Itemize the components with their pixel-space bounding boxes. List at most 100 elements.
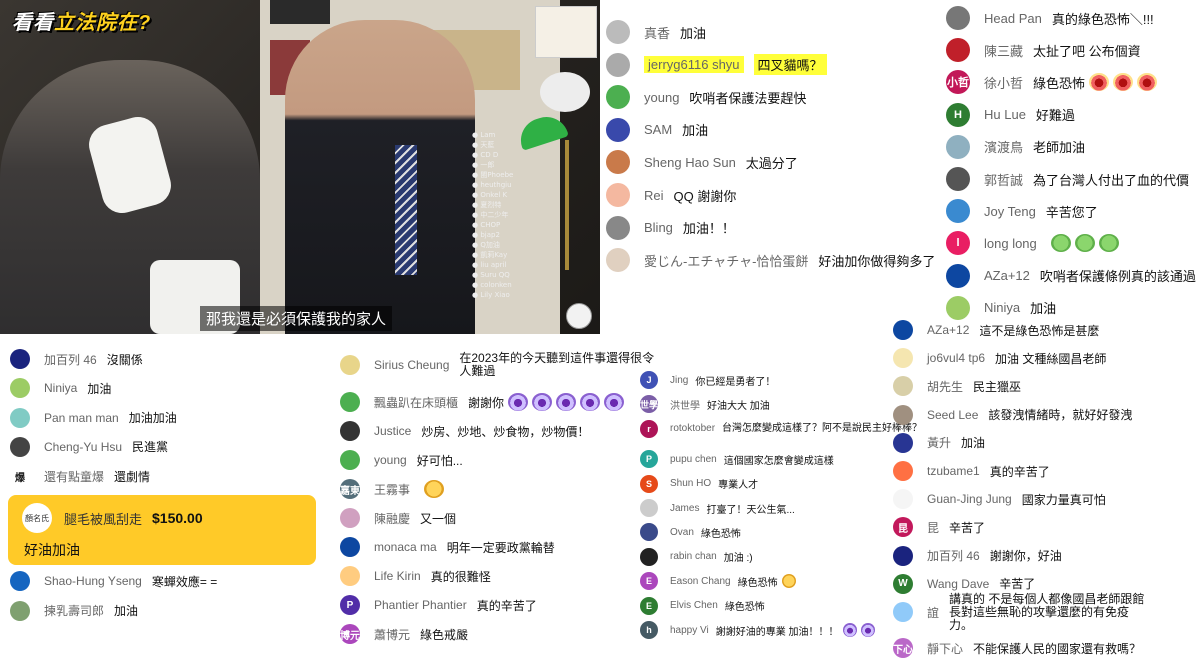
- avatar[interactable]: [946, 134, 970, 159]
- author-name[interactable]: 郭哲誠: [984, 170, 1023, 189]
- author-name[interactable]: Niniya: [984, 300, 1020, 315]
- author-name[interactable]: 加百列 46: [44, 351, 97, 368]
- avatar[interactable]: [340, 537, 360, 557]
- avatar[interactable]: [10, 407, 30, 428]
- avatar[interactable]: [10, 571, 30, 591]
- author-name[interactable]: 洪世學: [670, 397, 700, 412]
- author-name[interactable]: 王霧事: [374, 481, 410, 498]
- avatar[interactable]: 嘉東: [340, 479, 360, 499]
- avatar[interactable]: [640, 547, 658, 566]
- avatar[interactable]: [946, 6, 970, 30]
- chat-message[interactable]: 濱渡鳥 老師加油: [946, 134, 1085, 159]
- chat-message[interactable]: SAM 加油: [606, 117, 708, 142]
- author-name[interactable]: jerryg6116 shyu: [644, 56, 744, 74]
- chat-message[interactable]: r rotoktober 台灣怎麼變成這樣了？阿不是說民主好棒棒？: [640, 419, 922, 438]
- avatar[interactable]: 小哲: [946, 70, 970, 95]
- author-name[interactable]: Shun HO: [670, 478, 711, 489]
- chat-message[interactable]: Rei QQ 謝謝你: [606, 183, 736, 207]
- author-name[interactable]: Shao-Hung Yseng: [44, 574, 142, 588]
- chat-message[interactable]: AZa+12 這不是綠色恐怖是甚麼: [893, 320, 1099, 340]
- avatar[interactable]: [340, 450, 360, 470]
- author-name[interactable]: Head Pan: [984, 11, 1042, 26]
- avatar[interactable]: l: [946, 231, 970, 256]
- chat-message[interactable]: 飄蟲趴在床頭櫃 謝謝你: [340, 392, 625, 412]
- avatar[interactable]: [606, 248, 630, 273]
- author-name[interactable]: James: [670, 503, 699, 514]
- chat-message[interactable]: monaca ma 明年一定要政黨輪替: [340, 537, 555, 557]
- chat-message[interactable]: Pan man man 加油加油: [10, 407, 177, 428]
- avatar[interactable]: 爆: [10, 466, 30, 487]
- avatar[interactable]: 世學: [640, 395, 658, 414]
- chat-message[interactable]: young 好可怕...: [340, 450, 463, 470]
- author-name[interactable]: long long: [984, 236, 1037, 251]
- author-name[interactable]: rotoktober: [670, 423, 715, 434]
- author-name[interactable]: 陳三藏: [984, 41, 1023, 60]
- chat-message[interactable]: 世學 洪世學 好油大大 加油: [640, 395, 770, 414]
- author-name[interactable]: 加百列 46: [927, 547, 980, 564]
- chat-message[interactable]: 陳三藏 太扯了吧 公布個資: [946, 38, 1141, 63]
- avatar[interactable]: h: [640, 621, 658, 639]
- author-name[interactable]: rabin chan: [670, 551, 717, 562]
- avatar[interactable]: [640, 499, 658, 517]
- chat-message[interactable]: Justice 炒房、炒地、炒食物，炒物價！: [340, 421, 589, 441]
- avatar[interactable]: [340, 421, 360, 441]
- chat-message[interactable]: Cheng-Yu Hsu 民進黨: [10, 436, 168, 457]
- avatar[interactable]: [893, 602, 913, 622]
- avatar[interactable]: [946, 199, 970, 224]
- chat-message[interactable]: Niniya 加油: [946, 295, 1056, 320]
- author-name[interactable]: jo6vul4 tp6: [927, 351, 985, 365]
- author-name[interactable]: Phantier Phantier: [374, 598, 467, 612]
- chat-message[interactable]: P Phantier Phantier 真的辛苦了: [340, 595, 537, 615]
- avatar[interactable]: [606, 183, 630, 207]
- chat-message[interactable]: rabin chan 加油 :): [640, 547, 753, 566]
- author-name[interactable]: 蕭博元: [374, 626, 410, 643]
- author-name[interactable]: Joy Teng: [984, 204, 1036, 219]
- avatar[interactable]: [946, 38, 970, 63]
- avatar[interactable]: [10, 436, 30, 457]
- chat-message[interactable]: Head Pan 真的綠色恐怖＼!!!: [946, 6, 1154, 30]
- avatar[interactable]: [340, 355, 360, 375]
- chat-message[interactable]: 加百列 46 沒關係: [10, 349, 143, 369]
- chat-message[interactable]: AZa+12 吹哨者保護條例真的該通過: [946, 263, 1196, 288]
- avatar[interactable]: r: [640, 419, 658, 438]
- avatar[interactable]: E: [640, 596, 658, 615]
- author-name[interactable]: 愛じん-エチャチャ-恰恰蛋餅: [644, 251, 808, 270]
- avatar[interactable]: [893, 404, 913, 425]
- author-name[interactable]: Bling: [644, 220, 673, 235]
- author-name[interactable]: Cheng-Yu Hsu: [44, 440, 122, 454]
- author-name[interactable]: 誼: [927, 604, 939, 621]
- avatar[interactable]: 下心: [893, 638, 913, 659]
- avatar[interactable]: 博元: [340, 624, 360, 644]
- avatar[interactable]: [893, 461, 913, 481]
- chat-message[interactable]: Joy Teng 辛苦您了: [946, 199, 1098, 224]
- chat-message[interactable]: W Wang Dave 辛苦了: [893, 573, 1035, 594]
- author-name[interactable]: 還有點童爆: [44, 468, 104, 485]
- author-name[interactable]: Justice: [374, 424, 411, 438]
- chat-message[interactable]: Ovan 綠色恐怖: [640, 523, 741, 542]
- chat-message[interactable]: 嘉東 王霧事: [340, 479, 445, 499]
- chat-message[interactable]: l long long: [946, 231, 1119, 256]
- author-name[interactable]: Sheng Hao Sun: [644, 155, 736, 170]
- chat-message[interactable]: Life Kirin 真的很難怪: [340, 566, 491, 586]
- author-name[interactable]: 徐小哲: [984, 73, 1023, 92]
- avatar[interactable]: [10, 600, 30, 621]
- avatar[interactable]: [946, 263, 970, 288]
- chat-message[interactable]: 黃升 加油: [893, 432, 985, 453]
- chat-message[interactable]: 愛じん-エチャチャ-恰恰蛋餅 好油加你做得夠多了: [606, 248, 935, 273]
- chat-message[interactable]: tzubame1 真的辛苦了: [893, 461, 1050, 481]
- avatar[interactable]: W: [893, 573, 913, 594]
- chat-message[interactable]: Guan-Jing Jung 國家力量真可怕: [893, 489, 1106, 510]
- chat-message[interactable]: E Elvis Chen 綠色恐怖: [640, 596, 765, 615]
- chat-message[interactable]: 下心 靜下心 不能保護人民的國家還有救嗎？: [893, 638, 1141, 659]
- author-name[interactable]: 揀乳壽司郎: [44, 602, 104, 619]
- avatar[interactable]: E: [640, 572, 658, 591]
- avatar[interactable]: [893, 432, 913, 453]
- author-name[interactable]: Hu Lue: [984, 107, 1026, 122]
- chat-message[interactable]: 胡先生 民主獵巫: [893, 376, 1021, 397]
- chat-message[interactable]: 博元 蕭博元 綠色戒嚴: [340, 624, 468, 644]
- author-name[interactable]: AZa+12: [927, 323, 969, 337]
- chat-message[interactable]: 小哲 徐小哲 綠色恐怖: [946, 70, 1158, 95]
- chat-message[interactable]: Bling 加油！！: [606, 215, 735, 240]
- chat-message[interactable]: 爆還有點童爆 還劇情: [10, 466, 150, 487]
- chat-message[interactable]: 揀乳壽司郎 加油: [10, 600, 138, 621]
